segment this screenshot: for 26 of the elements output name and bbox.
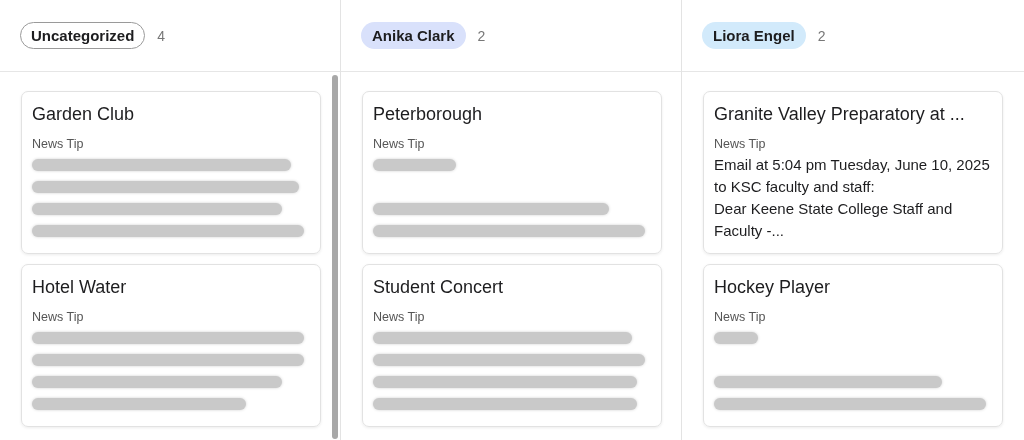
card-count: 2 xyxy=(477,27,486,44)
card-title: Peterborough xyxy=(373,103,484,126)
column-tag: Anika Clark xyxy=(361,22,466,49)
news-card[interactable]: Student Concert News Tip xyxy=(362,264,662,427)
scrollbar-thumb[interactable] xyxy=(332,75,338,439)
card-title: Student Concert xyxy=(373,276,505,299)
news-card[interactable]: Hotel Water News Tip xyxy=(21,264,321,427)
column-tag: Uncategorized xyxy=(20,22,146,49)
card-count: 2 xyxy=(817,27,826,44)
card-title: Granite Valley Preparatory at ... xyxy=(714,103,966,126)
card-type: News Tip xyxy=(714,136,767,152)
card-count: 4 xyxy=(157,27,166,44)
card-snippet: Email at 5:04 pm Tuesday, June 10, 2025 to KSC faculty and staff: Dear Keene State College Staff and Faculty -... xyxy=(714,155,991,241)
news-card[interactable]: Peterborough News Tip xyxy=(362,91,662,254)
card-type: News Tip xyxy=(373,309,426,325)
card-title: Hotel Water xyxy=(32,276,128,299)
card-title: Garden Club xyxy=(32,103,136,126)
column-tag: Liora Engel xyxy=(702,22,806,49)
news-card[interactable]: Hockey Player News Tip xyxy=(703,264,1003,427)
card-title: Hockey Player xyxy=(714,276,832,299)
news-card[interactable]: Granite Valley Preparatory at ... News Tip Email at 5:04 pm Tuesday, June 10, 2025 to KSC faculty and staff: Dear Keene State College Staff and Faculty -... xyxy=(703,91,1003,254)
card-type: News Tip xyxy=(32,309,85,325)
card-type: News Tip xyxy=(32,136,85,152)
card-type: News Tip xyxy=(714,309,767,325)
news-card[interactable]: Garden Club News Tip xyxy=(21,91,321,254)
card-type: News Tip xyxy=(373,136,426,152)
